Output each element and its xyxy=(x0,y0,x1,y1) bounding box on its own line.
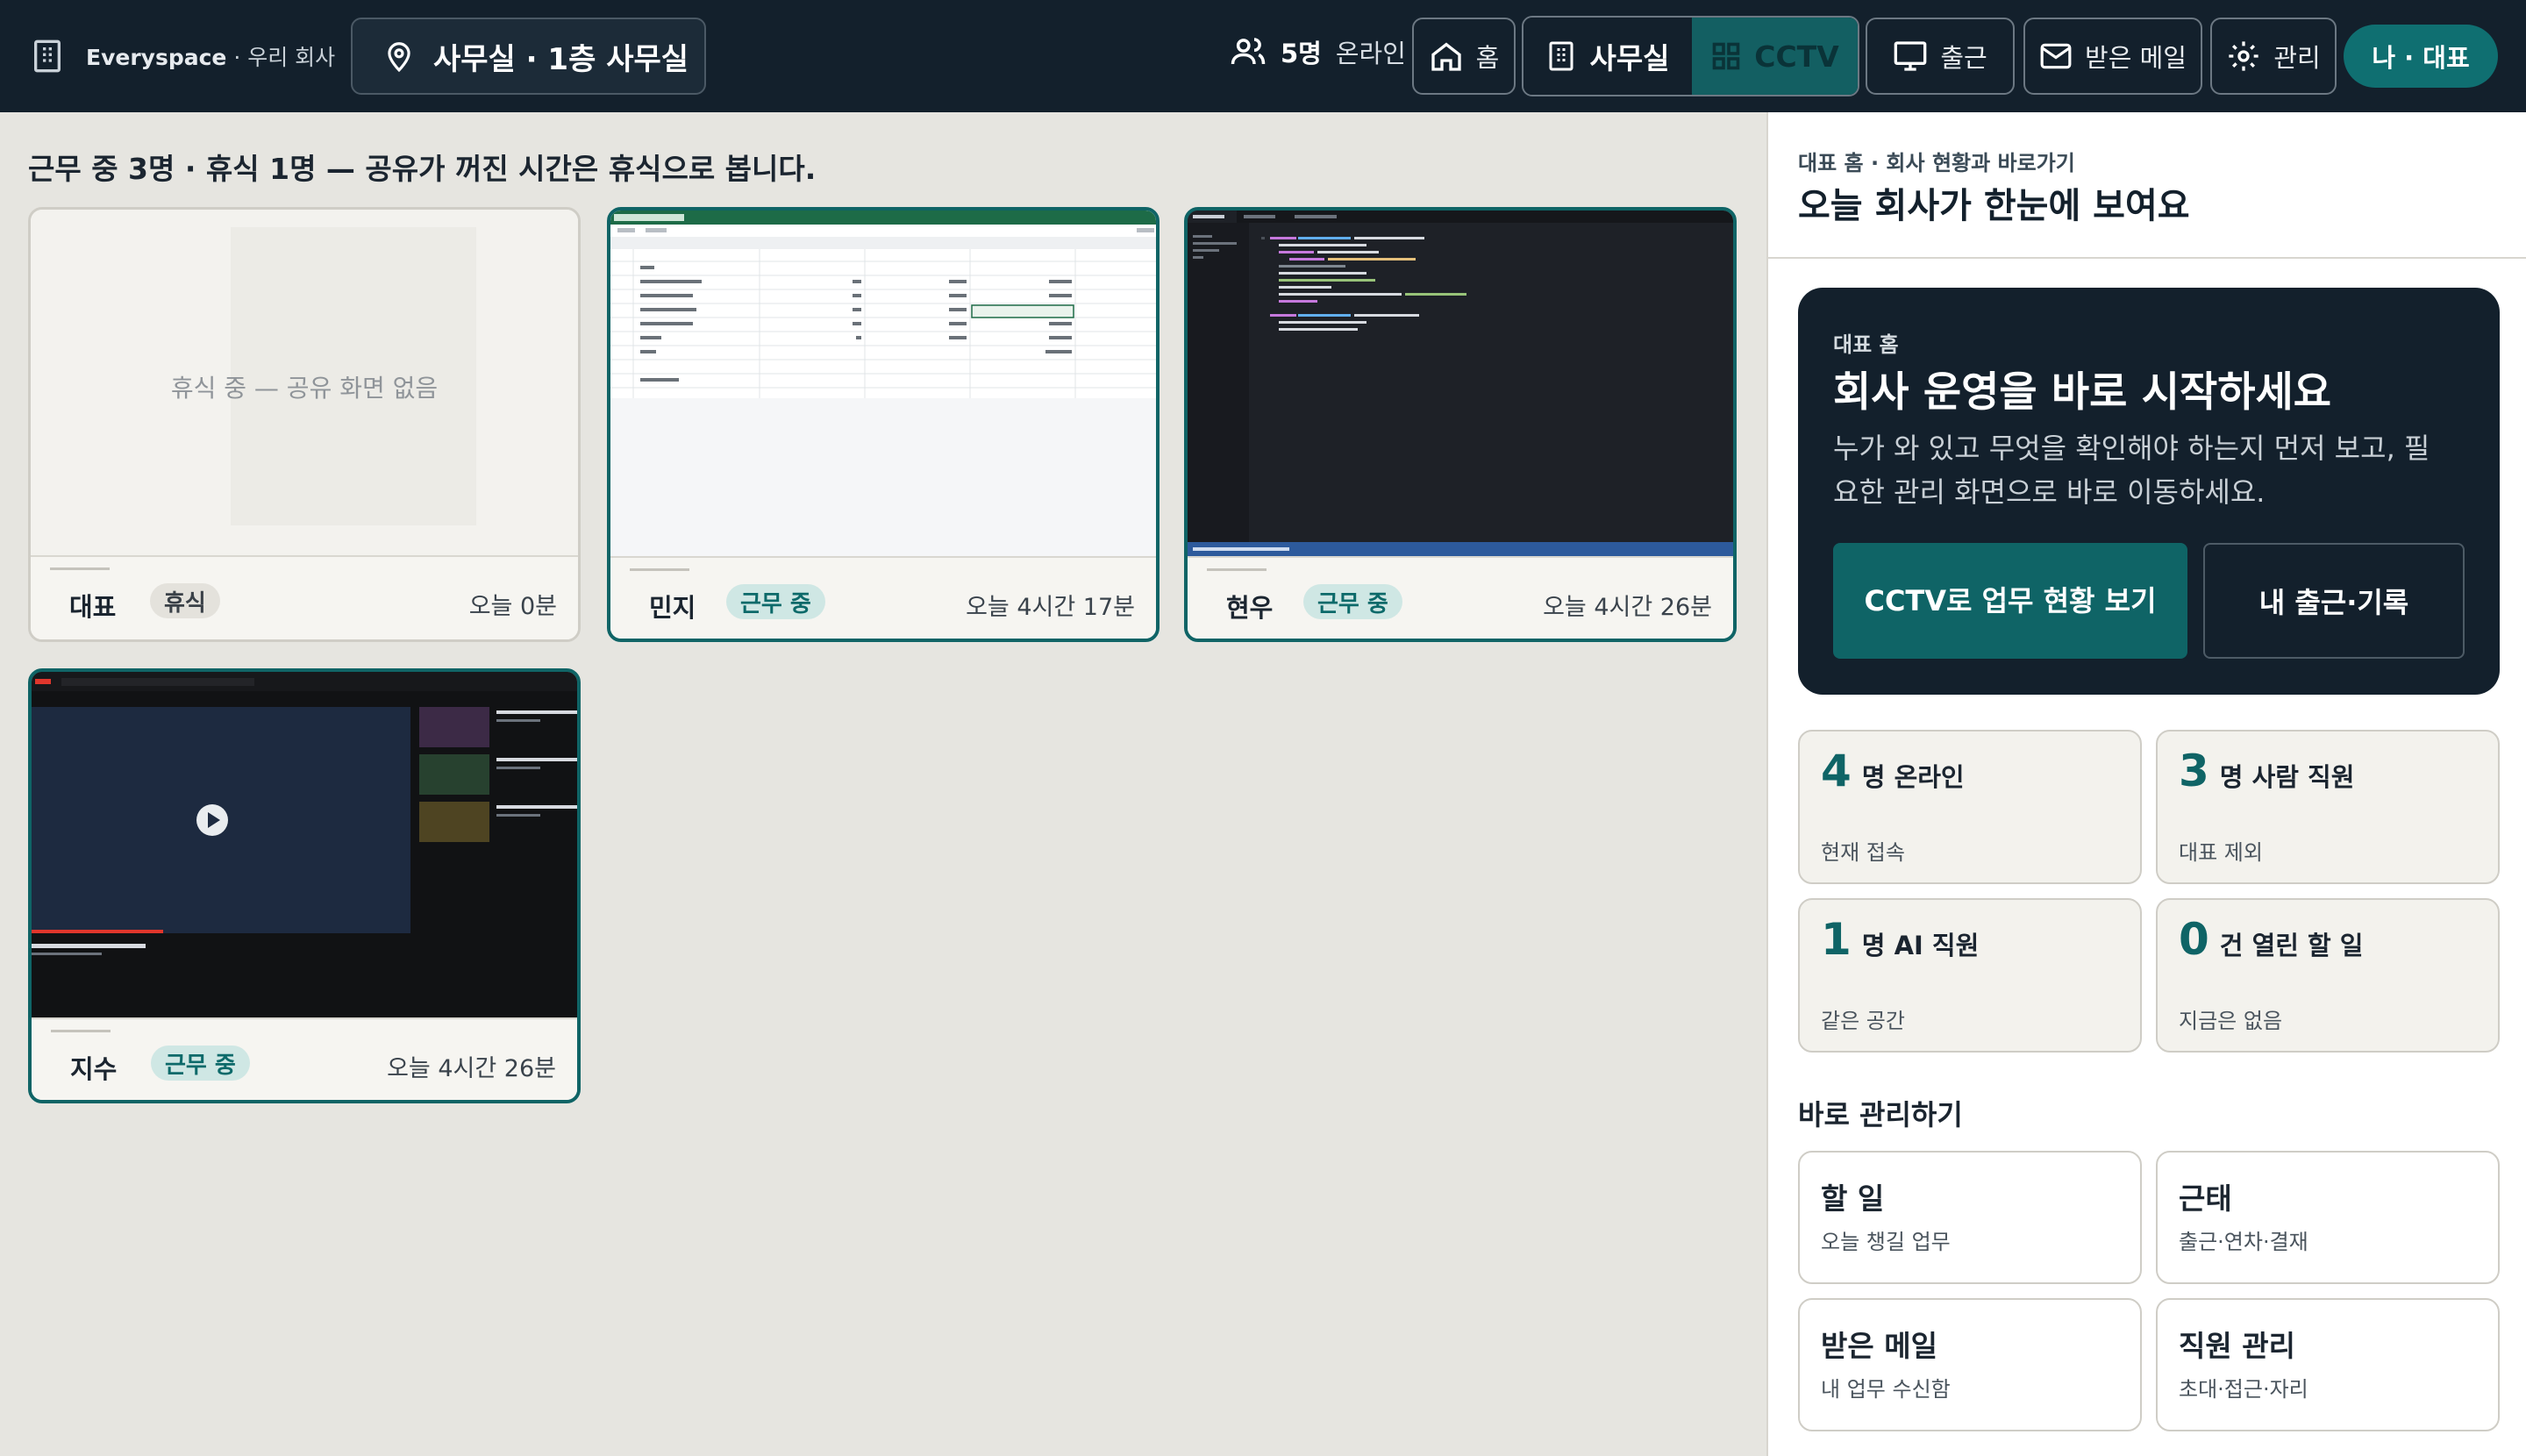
office-label: 사무실 xyxy=(1589,41,1670,75)
side-panel: 대표 홈 · 회사 현황과 바로가기 오늘 회사가 한눈에 보여요 대표 홈 회… xyxy=(1766,112,2526,1456)
quick-tasks[interactable]: 할 일 오늘 챙길 업무 xyxy=(1798,1151,2142,1284)
inbox-button[interactable]: 받은 메일 xyxy=(2023,18,2202,95)
quick-title: 직원 관리 xyxy=(2179,1329,2295,1363)
home-icon xyxy=(1429,39,1464,74)
status-badge: 근무 중 xyxy=(726,584,825,619)
stat-open-tasks: 0 건 열린 할 일 지금은 없음 xyxy=(2156,898,2500,1053)
online-label: 온라인 xyxy=(1335,39,1406,68)
stat-label: 명 사람 직원 xyxy=(2219,762,2355,792)
stat-value: 4 xyxy=(1821,746,1852,796)
inbox-label: 받은 메일 xyxy=(2085,43,2187,73)
quick-staff[interactable]: 직원 관리 초대·접근·자리 xyxy=(2156,1298,2500,1431)
home-label: 홈 xyxy=(1475,43,1500,73)
card-footer: 지수 근무 중 오늘 4시간 26분 xyxy=(32,1017,577,1100)
placeholder-text: 휴식 중 — 공유 화면 없음 xyxy=(170,374,439,403)
employee-name: 현우 xyxy=(1226,593,1274,623)
quick-sub: 출근·연차·결재 xyxy=(2179,1230,2308,1254)
profile-button[interactable]: 나 · 대표 xyxy=(2344,25,2498,88)
location-label: 사무실 · 1층 사무실 xyxy=(433,41,689,77)
checkin-label: 출근 xyxy=(1940,43,1987,73)
screen-placeholder: 휴식 중 — 공유 화면 없음 xyxy=(31,210,578,555)
building-icon xyxy=(30,39,65,74)
hero-description: 누가 와 있고 무엇을 확인해야 하는지 먼저 보고, 필요한 관리 화면으로 … xyxy=(1833,432,2430,509)
screen-thumbnail-spreadsheet xyxy=(610,211,1156,556)
stat-label: 건 열린 할 일 xyxy=(2219,931,2364,960)
screen-card-jisu[interactable]: 지수 근무 중 오늘 4시간 26분 xyxy=(28,668,581,1103)
work-time: 오늘 4시간 26분 xyxy=(1543,594,1712,621)
online-count: 5명 xyxy=(1281,39,1322,68)
quick-attendance[interactable]: 근태 출근·연차·결재 xyxy=(2156,1151,2500,1284)
breadcrumb: 대표 홈 · 회사 현황과 바로가기 xyxy=(1798,151,2075,175)
hero-card: 대표 홈 회사 운영을 바로 시작하세요 누가 와 있고 무엇을 확인해야 하는… xyxy=(1798,288,2500,695)
building-icon xyxy=(1545,40,1577,72)
stat-label: 명 온라인 xyxy=(1861,762,1965,792)
stat-value: 1 xyxy=(1821,914,1852,965)
quick-inbox[interactable]: 받은 메일 내 업무 수신함 xyxy=(1798,1298,2142,1431)
gear-icon xyxy=(2226,39,2261,74)
status-badge: 근무 중 xyxy=(151,1046,250,1081)
brand-sub: · 우리 회사 xyxy=(233,45,336,70)
top-nav: Everyspace · 우리 회사 사무실 · 1층 사무실 5명 온라인 홈… xyxy=(0,0,2526,112)
screen-card-minji[interactable]: 민지 근무 중 오늘 4시간 17분 xyxy=(607,207,1160,642)
stat-sub: 같은 공간 xyxy=(1821,1009,1905,1033)
quick-title: 할 일 xyxy=(1821,1181,1885,1216)
work-time: 오늘 4시간 26분 xyxy=(387,1055,556,1082)
work-time: 오늘 0분 xyxy=(468,593,557,620)
view-toggle: 사무실 CCTV xyxy=(1522,16,1859,96)
quick-manage-heading: 바로 관리하기 xyxy=(1798,1098,1963,1131)
admin-button[interactable]: 관리 xyxy=(2210,18,2337,95)
quick-sub: 오늘 챙길 업무 xyxy=(1821,1230,1951,1254)
card-footer: 대표 휴식 오늘 0분 xyxy=(31,555,578,639)
stat-online: 4 명 온라인 현재 접속 xyxy=(1798,730,2142,884)
employee-name: 대표 xyxy=(69,592,117,622)
mail-icon xyxy=(2039,39,2073,73)
my-attendance-button[interactable]: 내 출근·기록 xyxy=(2203,543,2465,659)
checkin-button[interactable]: 출근 xyxy=(1866,18,2015,95)
screen-thumbnail-video xyxy=(32,672,577,1017)
card-footer: 민지 근무 중 오늘 4시간 17분 xyxy=(610,556,1156,639)
hero-kicker: 대표 홈 xyxy=(1833,332,1899,357)
status-headline: 근무 중 3명 · 휴식 1명 — 공유가 꺼진 시간은 휴식으로 봅니다. xyxy=(28,152,817,186)
stat-label: 명 AI 직원 xyxy=(1861,931,1980,960)
status-badge: 근무 중 xyxy=(1303,584,1402,619)
quick-sub: 초대·접근·자리 xyxy=(2179,1377,2308,1402)
employee-name: 지수 xyxy=(70,1054,118,1084)
home-button[interactable]: 홈 xyxy=(1412,18,1516,95)
online-indicator: 5명 온라인 xyxy=(1230,33,1406,70)
monitor-icon xyxy=(1893,39,1928,74)
panel-title: 오늘 회사가 한눈에 보여요 xyxy=(1798,186,2190,226)
work-time: 오늘 4시간 17분 xyxy=(966,594,1135,621)
status-badge: 휴식 xyxy=(150,583,220,618)
card-footer: 현우 근무 중 오늘 4시간 26분 xyxy=(1188,556,1733,639)
stat-ai-staff: 1 명 AI 직원 같은 공간 xyxy=(1798,898,2142,1053)
brand-name: Everyspace xyxy=(86,45,227,70)
quick-sub: 내 업무 수신함 xyxy=(1821,1377,1951,1402)
quick-title: 받은 메일 xyxy=(1821,1329,1937,1363)
office-tab[interactable]: 사무실 xyxy=(1523,18,1692,95)
stat-sub: 현재 접속 xyxy=(1821,840,1905,865)
hero-heading: 회사 운영을 바로 시작하세요 xyxy=(1833,368,2331,417)
employee-name: 민지 xyxy=(649,593,696,623)
quick-title: 근태 xyxy=(2179,1181,2232,1216)
screen-card-hyunwoo[interactable]: 현우 근무 중 오늘 4시간 26분 xyxy=(1184,207,1737,642)
cctv-overview-button[interactable]: CCTV로 업무 현황 보기 xyxy=(1833,543,2187,659)
stat-value: 0 xyxy=(2179,914,2209,965)
grid-icon xyxy=(1710,40,1742,72)
location-selector[interactable]: 사무실 · 1층 사무실 xyxy=(351,18,706,95)
users-icon xyxy=(1230,33,1267,70)
screen-card-rest[interactable]: 휴식 중 — 공유 화면 없음 대표 휴식 오늘 0분 xyxy=(28,207,581,642)
map-pin-icon xyxy=(382,39,416,73)
stat-sub: 대표 제외 xyxy=(2179,840,2263,865)
cctv-tab[interactable]: CCTV xyxy=(1692,18,1858,95)
stat-value: 3 xyxy=(2179,746,2209,796)
cctv-label: CCTV xyxy=(1754,39,1839,74)
screen-thumbnail-code-editor xyxy=(1188,211,1733,556)
admin-label: 관리 xyxy=(2273,43,2321,73)
stat-human-staff: 3 명 사람 직원 대표 제외 xyxy=(2156,730,2500,884)
stat-sub: 지금은 없음 xyxy=(2179,1009,2283,1033)
brand[interactable]: Everyspace · 우리 회사 xyxy=(30,39,335,74)
